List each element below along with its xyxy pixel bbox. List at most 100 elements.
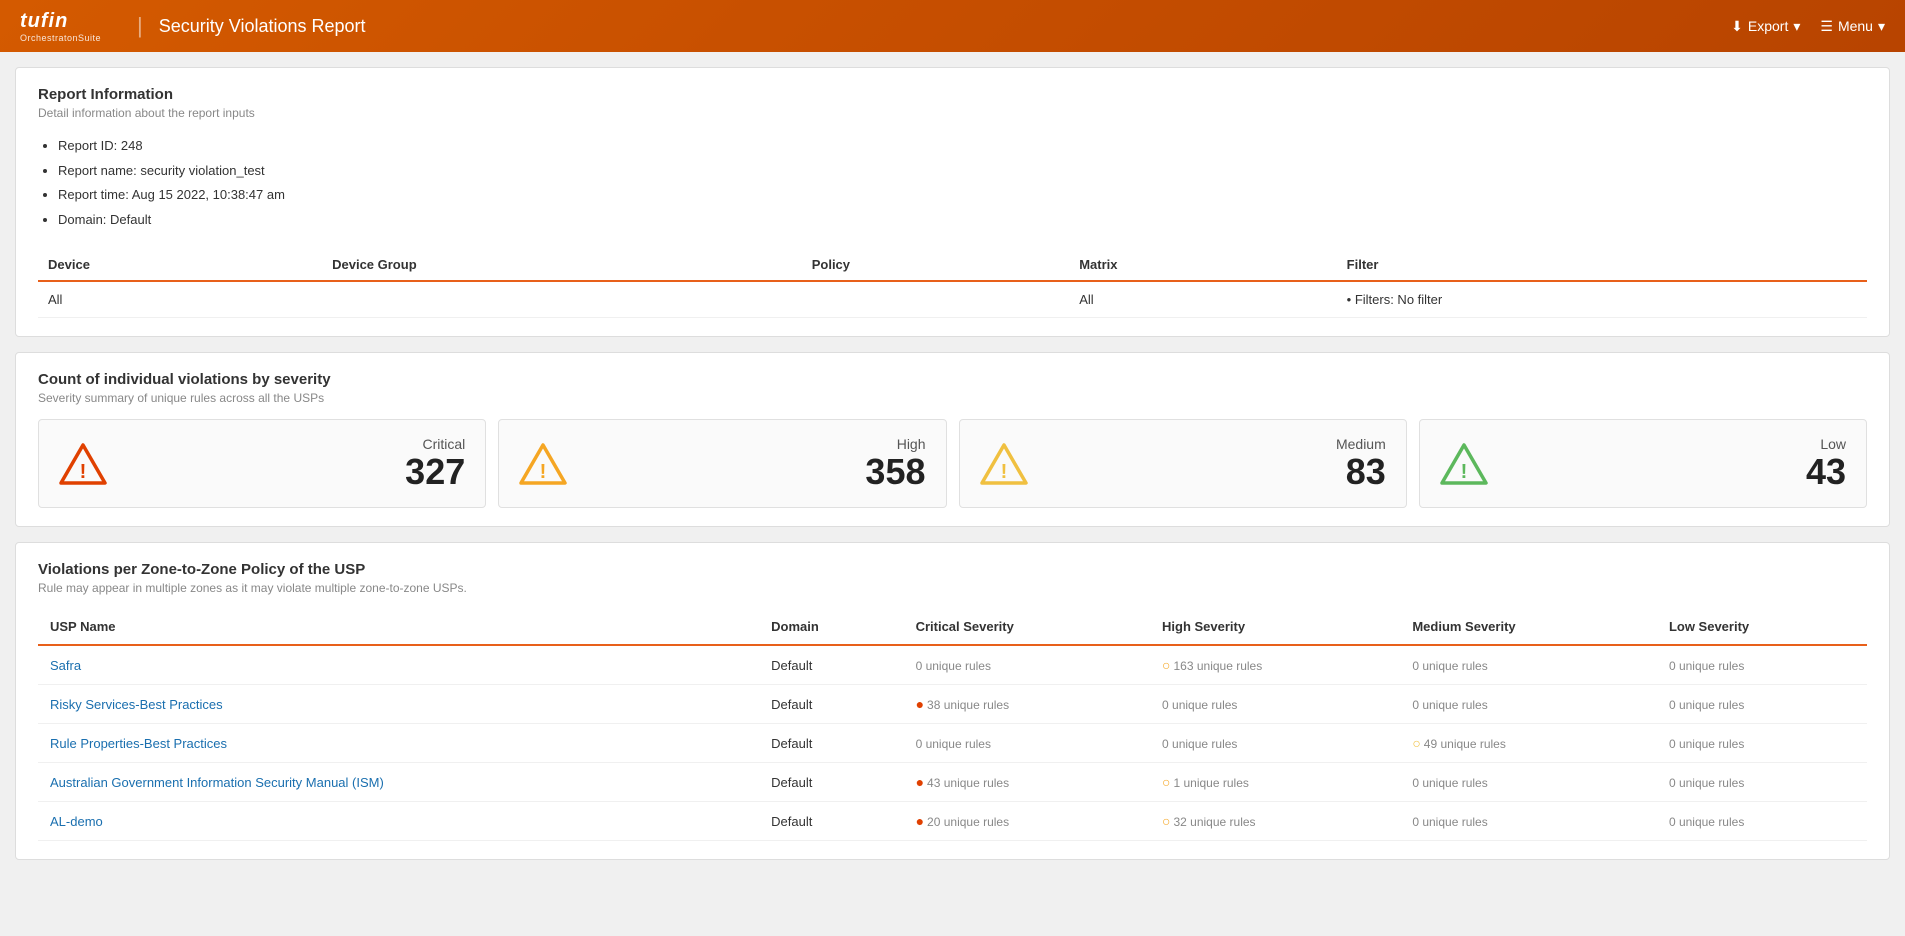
- table-row: Risky Services-Best Practices Default ●3…: [38, 685, 1867, 724]
- critical-warning-icon: !: [59, 442, 107, 486]
- col-domain: Domain: [759, 609, 903, 645]
- list-item: Report ID: 248: [58, 134, 1867, 159]
- svg-text:!: !: [1460, 461, 1467, 483]
- cell-device: All: [38, 281, 322, 318]
- svg-text:!: !: [540, 461, 547, 483]
- cell-usp-name[interactable]: AL-demo: [38, 802, 759, 841]
- violations-subtitle: Rule may appear in multiple zones as it …: [38, 581, 1867, 595]
- svg-text:!: !: [1000, 461, 1007, 483]
- low-severity-card: ! Low 43: [1419, 419, 1867, 509]
- cell-domain: Default: [759, 724, 903, 763]
- severity-row: ! Critical 327 ! High 358: [38, 419, 1867, 509]
- severity-card: Count of individual violations by severi…: [15, 352, 1890, 528]
- cell-low: 0 unique rules: [1657, 645, 1867, 685]
- col-high-severity: High Severity: [1150, 609, 1400, 645]
- svg-text:!: !: [80, 461, 87, 483]
- cell-critical: 0 unique rules: [904, 645, 1150, 685]
- list-item: Report name: security violation_test: [58, 159, 1867, 184]
- header: tufin OrchestratonSuite | Security Viola…: [0, 0, 1905, 52]
- table-row: All All • Filters: No filter: [38, 281, 1867, 318]
- export-button[interactable]: ⬇ Export ▾: [1731, 18, 1800, 35]
- logo-subtitle: OrchestratonSuite: [20, 33, 101, 43]
- cell-low: 0 unique rules: [1657, 685, 1867, 724]
- header-actions: ⬇ Export ▾ ☰ Menu ▾: [1731, 18, 1885, 35]
- cell-policy: [802, 281, 1069, 318]
- cell-usp-name[interactable]: Safra: [38, 645, 759, 685]
- menu-button[interactable]: ☰ Menu ▾: [1820, 18, 1885, 35]
- cell-high: ○1 unique rules: [1150, 763, 1400, 802]
- cell-critical: ●20 unique rules: [904, 802, 1150, 841]
- cell-critical: ●43 unique rules: [904, 763, 1150, 802]
- col-policy: Policy: [802, 249, 1069, 281]
- cell-critical: 0 unique rules: [904, 724, 1150, 763]
- table-row: Safra Default 0 unique rules ○163 unique…: [38, 645, 1867, 685]
- cell-domain: Default: [759, 763, 903, 802]
- violations-table: USP Name Domain Critical Severity High S…: [38, 609, 1867, 841]
- red-dot-icon: ●: [916, 774, 924, 790]
- menu-label: Menu: [1838, 18, 1873, 34]
- list-item: Report time: Aug 15 2022, 10:38:47 am: [58, 183, 1867, 208]
- critical-severity-card: ! Critical 327: [38, 419, 486, 509]
- cell-medium: ○49 unique rules: [1400, 724, 1657, 763]
- critical-count: 327: [405, 451, 465, 492]
- cell-usp-name[interactable]: Australian Government Information Securi…: [38, 763, 759, 802]
- logo: tufin OrchestratonSuite: [20, 10, 101, 43]
- red-dot-icon: ●: [916, 813, 924, 829]
- export-chevron-icon: ▾: [1793, 18, 1800, 35]
- col-device: Device: [38, 249, 322, 281]
- report-filter-table: Device Device Group Policy Matrix Filter…: [38, 249, 1867, 318]
- yellow-dot-icon: ○: [1412, 735, 1420, 751]
- medium-severity-card: ! Medium 83: [959, 419, 1407, 509]
- cell-low: 0 unique rules: [1657, 763, 1867, 802]
- critical-label: Critical: [127, 436, 465, 452]
- severity-subtitle: Severity summary of unique rules across …: [38, 391, 1867, 405]
- red-dot-icon: ●: [916, 696, 924, 712]
- col-filter: Filter: [1337, 249, 1867, 281]
- cell-usp-name[interactable]: Risky Services-Best Practices: [38, 685, 759, 724]
- menu-chevron-icon: ▾: [1878, 18, 1885, 35]
- report-info-card: Report Information Detail information ab…: [15, 67, 1890, 337]
- low-info: Low 43: [1508, 436, 1846, 492]
- orange-dot-icon: ○: [1162, 657, 1170, 673]
- orange-dot-icon: ○: [1162, 774, 1170, 790]
- cell-domain: Default: [759, 802, 903, 841]
- severity-title: Count of individual violations by severi…: [38, 371, 1867, 388]
- cell-high: 0 unique rules: [1150, 685, 1400, 724]
- cell-medium: 0 unique rules: [1400, 763, 1657, 802]
- high-info: High 358: [587, 436, 925, 492]
- medium-warning-icon: !: [980, 442, 1028, 486]
- high-severity-card: ! High 358: [498, 419, 946, 509]
- cell-medium: 0 unique rules: [1400, 802, 1657, 841]
- report-info-list: Report ID: 248 Report name: security vio…: [38, 134, 1867, 233]
- table-row: Australian Government Information Securi…: [38, 763, 1867, 802]
- cell-low: 0 unique rules: [1657, 802, 1867, 841]
- orange-dot-icon: ○: [1162, 813, 1170, 829]
- low-count: 43: [1806, 451, 1846, 492]
- high-warning-icon: !: [519, 442, 567, 486]
- cell-device-group: [322, 281, 802, 318]
- high-label: High: [587, 436, 925, 452]
- medium-count: 83: [1346, 451, 1386, 492]
- col-medium-severity: Medium Severity: [1400, 609, 1657, 645]
- col-device-group: Device Group: [322, 249, 802, 281]
- col-matrix: Matrix: [1069, 249, 1336, 281]
- cell-medium: 0 unique rules: [1400, 685, 1657, 724]
- cell-domain: Default: [759, 685, 903, 724]
- cell-critical: ●38 unique rules: [904, 685, 1150, 724]
- low-warning-icon: !: [1440, 442, 1488, 486]
- cell-domain: Default: [759, 645, 903, 685]
- list-item: Domain: Default: [58, 208, 1867, 233]
- cell-medium: 0 unique rules: [1400, 645, 1657, 685]
- high-count: 358: [865, 451, 925, 492]
- medium-info: Medium 83: [1048, 436, 1386, 492]
- cell-matrix: All: [1069, 281, 1336, 318]
- cell-usp-name[interactable]: Rule Properties-Best Practices: [38, 724, 759, 763]
- report-info-title: Report Information: [38, 86, 1867, 103]
- cell-high: ○163 unique rules: [1150, 645, 1400, 685]
- col-low-severity: Low Severity: [1657, 609, 1867, 645]
- cell-high: ○32 unique rules: [1150, 802, 1400, 841]
- main-content: Report Information Detail information ab…: [0, 52, 1905, 875]
- table-row: AL-demo Default ●20 unique rules ○32 uni…: [38, 802, 1867, 841]
- download-icon: ⬇: [1731, 18, 1743, 35]
- violations-title: Violations per Zone-to-Zone Policy of th…: [38, 561, 1867, 578]
